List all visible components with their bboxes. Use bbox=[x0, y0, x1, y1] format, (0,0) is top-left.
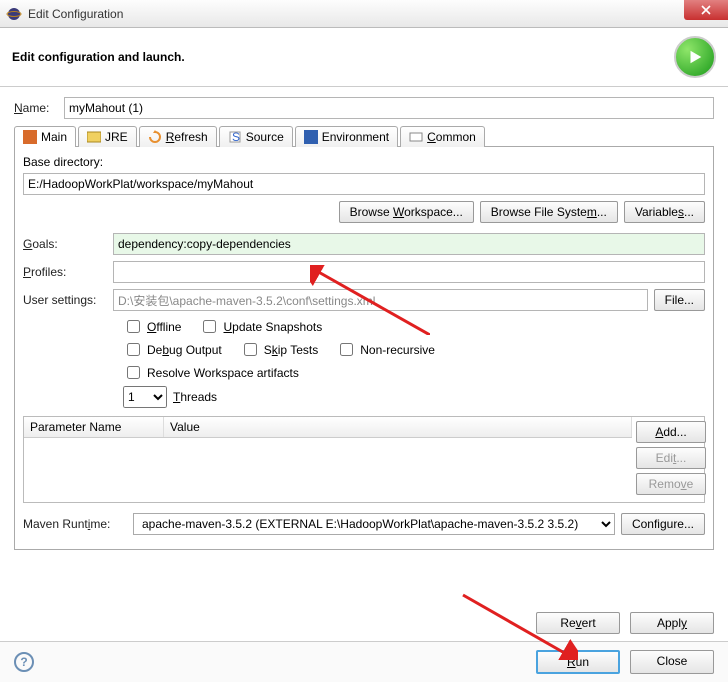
run-button[interactable]: Run bbox=[536, 650, 620, 674]
tab-environment[interactable]: Environment bbox=[295, 126, 398, 147]
tab-jre[interactable]: JRE bbox=[78, 126, 137, 147]
header: Edit configuration and launch. bbox=[0, 28, 728, 87]
threads-select[interactable]: 1 bbox=[123, 386, 167, 408]
main-panel: Base directory: Browse Workspace... Brow… bbox=[14, 147, 714, 550]
browse-workspace-button[interactable]: Browse Workspace... bbox=[339, 201, 474, 223]
apply-button[interactable]: Apply bbox=[630, 612, 714, 634]
file-button[interactable]: File... bbox=[654, 289, 705, 311]
remove-button: Remove bbox=[636, 473, 706, 495]
help-button[interactable]: ? bbox=[14, 652, 34, 672]
variables-button[interactable]: Variables... bbox=[624, 201, 705, 223]
table-col-name[interactable]: Parameter Name bbox=[24, 417, 164, 437]
debug-output-checkbox[interactable]: Debug Output bbox=[123, 340, 222, 359]
tab-main-label: Main bbox=[41, 130, 67, 144]
run-icon bbox=[674, 36, 716, 78]
parameters-table: Parameter Name Value Add... Edit... Remo… bbox=[23, 416, 705, 503]
tab-refresh-label: Refresh bbox=[166, 130, 208, 144]
svg-text:S: S bbox=[232, 130, 240, 144]
goals-input[interactable] bbox=[113, 233, 705, 255]
edit-button: Edit... bbox=[636, 447, 706, 469]
title-bar: Edit Configuration bbox=[0, 0, 728, 28]
tab-jre-label: JRE bbox=[105, 130, 128, 144]
tab-common[interactable]: Common bbox=[400, 126, 485, 147]
skip-tests-checkbox[interactable]: Skip Tests bbox=[240, 340, 318, 359]
window-title: Edit Configuration bbox=[28, 7, 123, 21]
goals-label: Goals: bbox=[23, 237, 113, 251]
user-settings-input[interactable] bbox=[113, 289, 648, 311]
maven-runtime-label: Maven Runtime: bbox=[23, 517, 133, 531]
source-icon: S bbox=[228, 130, 242, 144]
threads-label: Threads bbox=[173, 390, 217, 404]
table-col-value[interactable]: Value bbox=[164, 417, 632, 437]
add-button[interactable]: Add... bbox=[636, 421, 706, 443]
name-label: Name: bbox=[14, 101, 64, 115]
environment-icon bbox=[304, 130, 318, 144]
user-settings-label: User settings: bbox=[23, 293, 113, 307]
common-icon bbox=[409, 130, 423, 144]
tab-refresh[interactable]: Refresh bbox=[139, 126, 217, 147]
close-button[interactable]: Close bbox=[630, 650, 714, 674]
update-snapshots-checkbox[interactable]: Update Snapshots bbox=[199, 317, 322, 336]
offline-checkbox[interactable]: Offline bbox=[123, 317, 181, 336]
header-message: Edit configuration and launch. bbox=[12, 50, 185, 64]
tab-source-label: Source bbox=[246, 130, 284, 144]
tab-source[interactable]: S Source bbox=[219, 126, 293, 147]
configure-button[interactable]: Configure... bbox=[621, 513, 705, 535]
jre-icon bbox=[87, 130, 101, 144]
window-close-button[interactable] bbox=[684, 0, 728, 20]
non-recursive-checkbox[interactable]: Non-recursive bbox=[336, 340, 435, 359]
resolve-workspace-checkbox[interactable]: Resolve Workspace artifacts bbox=[123, 363, 299, 382]
tab-main[interactable]: Main bbox=[14, 126, 76, 147]
refresh-icon bbox=[148, 130, 162, 144]
eclipse-icon bbox=[6, 6, 22, 22]
tab-environment-label: Environment bbox=[322, 130, 389, 144]
profiles-input[interactable] bbox=[113, 261, 705, 283]
maven-runtime-select[interactable]: apache-maven-3.5.2 (EXTERNAL E:\HadoopWo… bbox=[133, 513, 615, 535]
base-dir-label: Base directory: bbox=[23, 155, 705, 169]
tab-bar: Main JRE Refresh S Source Environment Com… bbox=[14, 125, 714, 147]
tab-common-label: Common bbox=[427, 130, 476, 144]
profiles-label: Profiles: bbox=[23, 265, 113, 279]
bottom-bar: ? Run Close bbox=[0, 641, 728, 682]
base-dir-input[interactable] bbox=[23, 173, 705, 195]
maven-icon bbox=[23, 130, 37, 144]
revert-button[interactable]: Revert bbox=[536, 612, 620, 634]
name-input[interactable] bbox=[64, 97, 714, 119]
table-body[interactable] bbox=[24, 438, 632, 502]
browse-filesystem-button[interactable]: Browse File System... bbox=[480, 201, 618, 223]
